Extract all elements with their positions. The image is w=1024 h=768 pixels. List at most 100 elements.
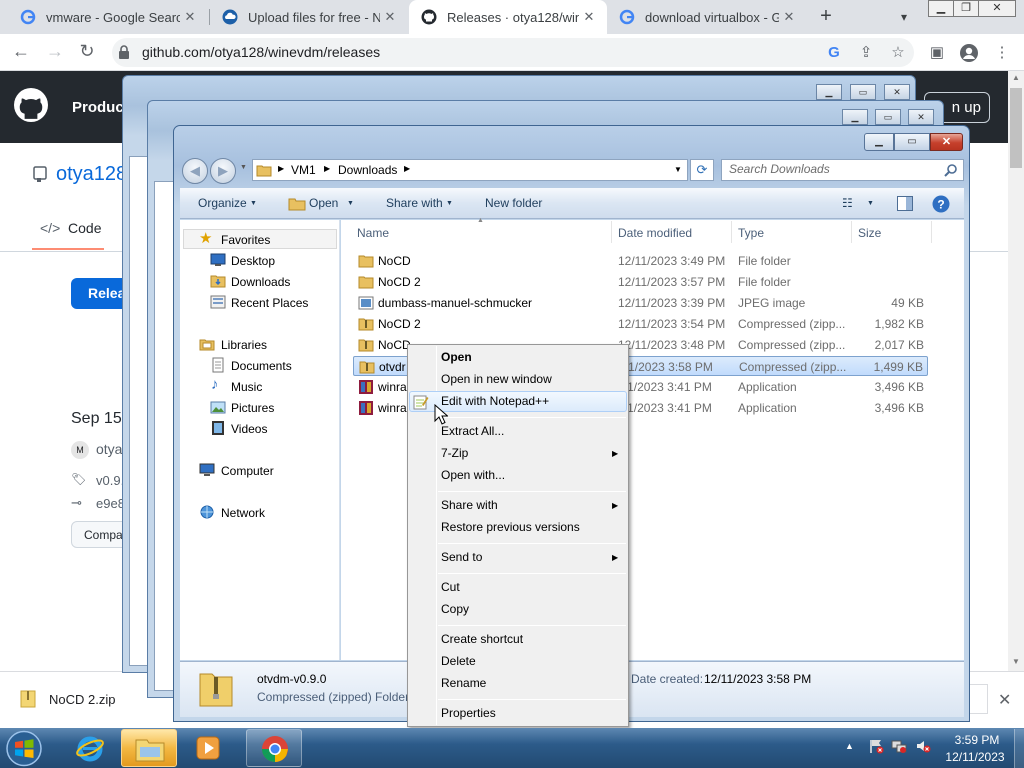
file-row[interactable]: NoCD 2 12/11/2023 3:54 PM Compressed (zi… bbox=[353, 314, 928, 334]
menu-item-share-with[interactable]: Share with bbox=[441, 498, 498, 512]
download-file-name[interactable]: NoCD 2.zip bbox=[49, 692, 115, 707]
scrollbar-thumb[interactable] bbox=[1010, 88, 1022, 168]
menu-item-extract-all[interactable]: Extract All... bbox=[441, 424, 504, 438]
github-logo-icon[interactable] bbox=[14, 88, 48, 122]
nav-products[interactable]: Produc bbox=[72, 99, 124, 116]
column-divider[interactable] bbox=[931, 221, 932, 243]
menu-item-copy[interactable]: Copy bbox=[441, 602, 469, 616]
maximize-icon[interactable]: ▭ bbox=[850, 84, 876, 100]
breadcrumb-arrow-icon[interactable]: ▶ bbox=[324, 164, 330, 173]
breadcrumb-arrow-icon[interactable]: ▶ bbox=[404, 164, 410, 173]
menu-item-cut[interactable]: Cut bbox=[441, 580, 460, 594]
tab-virtualbox-search[interactable]: download virtualbox - Go ✕ bbox=[607, 0, 807, 34]
taskbar-internet-explorer[interactable] bbox=[63, 729, 117, 767]
clock-date[interactable]: 12/11/2023 bbox=[941, 750, 1009, 764]
nav-libraries[interactable]: Libraries bbox=[221, 338, 267, 352]
back-button[interactable]: ◀ bbox=[182, 158, 208, 184]
column-header-size[interactable]: Size bbox=[858, 226, 881, 240]
menu-item-properties[interactable]: Properties bbox=[441, 706, 496, 720]
profile-avatar-icon[interactable] bbox=[959, 43, 979, 63]
show-all-downloads[interactable] bbox=[968, 684, 988, 714]
window-close-button[interactable]: ✕ bbox=[930, 133, 963, 151]
maximize-icon[interactable]: ▭ bbox=[875, 109, 901, 125]
release-author[interactable]: otya bbox=[96, 441, 122, 457]
release-commit[interactable]: e9e8 bbox=[96, 496, 125, 511]
close-shelf-icon[interactable]: ✕ bbox=[998, 690, 1011, 710]
new-tab-button[interactable]: + bbox=[814, 5, 838, 29]
column-header-name[interactable]: Name bbox=[357, 226, 389, 240]
nav-network[interactable]: Network bbox=[221, 506, 265, 520]
volume-muted-icon[interactable] bbox=[915, 738, 931, 754]
close-icon[interactable]: ✕ bbox=[908, 109, 934, 125]
breadcrumb-vm1[interactable]: VM1 bbox=[291, 163, 316, 177]
show-hidden-icons-chevron-icon[interactable]: ▲ bbox=[845, 741, 854, 751]
close-tab-icon[interactable]: ✕ bbox=[380, 9, 400, 25]
preview-pane-icon[interactable] bbox=[897, 196, 913, 211]
minimize-icon[interactable]: ▁ bbox=[842, 109, 868, 125]
menu-item-rename[interactable]: Rename bbox=[441, 676, 486, 690]
tab-github-releases[interactable]: Releases · otya128/winev ✕ bbox=[409, 0, 607, 34]
compare-button[interactable]: Compa bbox=[71, 521, 127, 548]
address-dropdown-icon[interactable]: ▼ bbox=[674, 165, 682, 174]
search-icon[interactable] bbox=[944, 163, 958, 177]
tab-code[interactable]: </> Code bbox=[40, 220, 102, 236]
window-maximize-button[interactable]: ▭ bbox=[894, 133, 930, 151]
forward-button[interactable]: ▶ bbox=[210, 158, 236, 184]
explorer-address-bar[interactable] bbox=[252, 159, 688, 181]
taskbar-chrome[interactable] bbox=[246, 729, 302, 767]
nav-documents[interactable]: Documents bbox=[231, 359, 292, 373]
bookmark-star-icon[interactable]: ☆ bbox=[888, 43, 908, 63]
share-with-button[interactable]: Share with bbox=[386, 196, 443, 210]
column-header-type[interactable]: Type bbox=[738, 226, 764, 240]
side-panel-icon[interactable]: ▣ bbox=[927, 43, 947, 63]
clock-time[interactable]: 3:59 PM bbox=[946, 733, 1008, 747]
reload-icon[interactable]: ↻ bbox=[74, 38, 100, 64]
menu-item-edit-notepad[interactable]: Edit with Notepad++ bbox=[441, 394, 549, 408]
refresh-icon[interactable]: ⟳ bbox=[690, 159, 714, 181]
menu-item-delete[interactable]: Delete bbox=[441, 654, 476, 668]
file-row[interactable]: NoCD 2 12/11/2023 3:57 PM File folder bbox=[353, 272, 928, 292]
organize-button[interactable]: Organize bbox=[198, 196, 247, 210]
nav-desktop[interactable]: Desktop bbox=[231, 254, 275, 268]
nav-favorites[interactable]: Favorites bbox=[221, 233, 270, 247]
close-button[interactable]: ✕ bbox=[978, 0, 1016, 17]
nav-music[interactable]: Music bbox=[231, 380, 262, 394]
taskbar-windows-explorer[interactable] bbox=[121, 729, 177, 767]
menu-item-open-new-window[interactable]: Open in new window bbox=[441, 372, 552, 386]
column-divider[interactable] bbox=[851, 221, 852, 243]
back-arrow-icon[interactable]: ← bbox=[8, 38, 34, 64]
help-icon[interactable]: ? bbox=[932, 195, 950, 213]
more-menu-icon[interactable]: ⋮ bbox=[992, 43, 1012, 63]
scroll-up-arrow-icon[interactable]: ▲ bbox=[1008, 71, 1024, 85]
view-chevron-icon[interactable]: ▼ bbox=[867, 200, 874, 207]
repo-owner-link[interactable]: otya128 bbox=[56, 163, 127, 186]
network-status-icon[interactable] bbox=[891, 738, 907, 754]
breadcrumb-downloads[interactable]: Downloads bbox=[338, 163, 397, 177]
column-divider[interactable] bbox=[731, 221, 732, 243]
view-options-icon[interactable]: ☷ bbox=[842, 196, 853, 210]
nav-downloads[interactable]: Downloads bbox=[231, 275, 290, 289]
nav-recent-places[interactable]: Recent Places bbox=[231, 296, 308, 310]
scroll-down-arrow-icon[interactable]: ▼ bbox=[1008, 655, 1024, 669]
close-tab-icon[interactable]: ✕ bbox=[579, 9, 599, 25]
tab-vmware-search[interactable]: vmware - Google Search ✕ bbox=[8, 0, 208, 34]
menu-item-7zip[interactable]: 7-Zip bbox=[441, 446, 468, 460]
nav-pictures[interactable]: Pictures bbox=[231, 401, 274, 415]
close-tab-icon[interactable]: ✕ bbox=[779, 9, 799, 25]
nav-videos[interactable]: Videos bbox=[231, 422, 267, 436]
taskbar-media-player[interactable] bbox=[181, 729, 235, 767]
window-minimize-button[interactable]: ▁ bbox=[864, 133, 894, 151]
column-divider[interactable] bbox=[611, 221, 612, 243]
menu-item-create-shortcut[interactable]: Create shortcut bbox=[441, 632, 523, 646]
tab-search-chevron-icon[interactable]: ▾ bbox=[894, 7, 914, 27]
close-tab-icon[interactable]: ✕ bbox=[180, 9, 200, 25]
breadcrumb-arrow-icon[interactable]: ▶ bbox=[278, 164, 284, 173]
column-header-date[interactable]: Date modified bbox=[618, 226, 692, 240]
menu-item-open-with[interactable]: Open with... bbox=[441, 468, 505, 482]
forward-arrow-icon[interactable]: → bbox=[42, 38, 68, 64]
avatar[interactable]: M bbox=[71, 441, 89, 459]
menu-item-open[interactable]: Open bbox=[441, 350, 472, 364]
open-button[interactable]: Open bbox=[309, 196, 338, 210]
google-lens-icon[interactable]: G bbox=[824, 43, 844, 63]
start-button-windows-icon[interactable] bbox=[2, 729, 46, 768]
